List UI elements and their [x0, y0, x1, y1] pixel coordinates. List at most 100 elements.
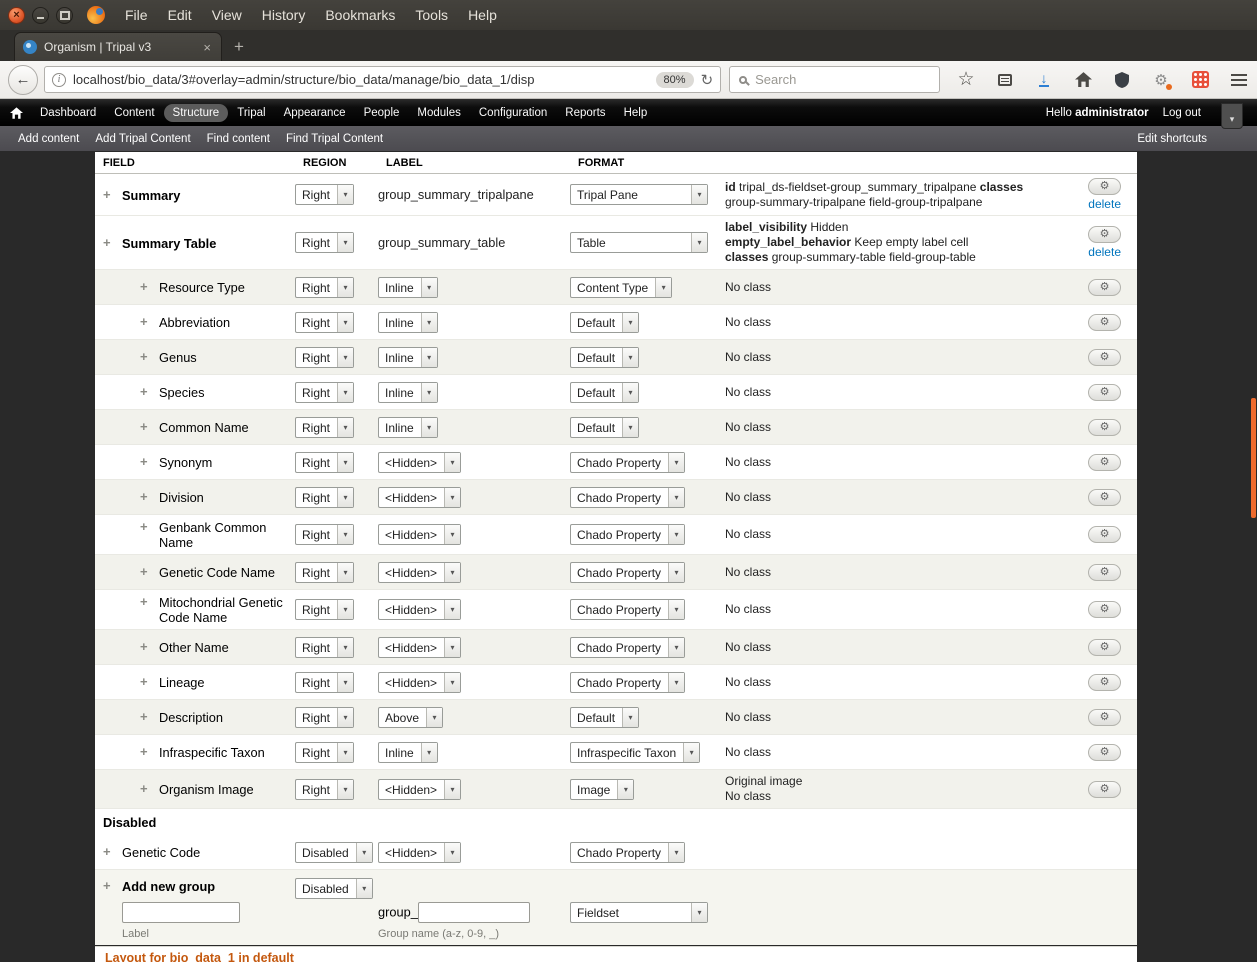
gear-button[interactable]: ⚙	[1088, 384, 1121, 401]
drag-handle-icon[interactable]: +	[140, 709, 152, 725]
layout-footer-link[interactable]: Layout for bio_data_1 in default	[105, 951, 294, 962]
drag-handle-icon[interactable]: +	[140, 349, 152, 365]
dropdown[interactable]: Right▾	[295, 487, 354, 508]
dropdown[interactable]: Default▾	[570, 347, 639, 368]
drag-handle-icon[interactable]: +	[140, 279, 152, 295]
dropdown[interactable]: Right▾	[295, 184, 354, 205]
drag-handle-icon[interactable]: +	[140, 384, 152, 400]
window-close-button[interactable]: ×	[8, 7, 25, 24]
dropdown[interactable]: Chado Property▾	[570, 672, 685, 693]
dropdown[interactable]: Right▾	[295, 599, 354, 620]
drag-handle-icon[interactable]: +	[140, 419, 152, 435]
shortcut-find-content[interactable]: Find content	[199, 131, 278, 147]
drag-handle-icon[interactable]: +	[140, 674, 152, 690]
dropdown[interactable]: Right▾	[295, 312, 354, 333]
home-icon[interactable]	[1073, 70, 1093, 90]
gear-button[interactable]: ⚙	[1088, 279, 1121, 296]
scrollbar-thumb[interactable]	[1251, 398, 1256, 518]
menu-view[interactable]: View	[202, 3, 252, 27]
gear-button[interactable]: ⚙	[1088, 601, 1121, 618]
drag-handle-icon[interactable]: +	[140, 744, 152, 760]
dropdown[interactable]: Right▾	[295, 232, 354, 253]
gear-button[interactable]: ⚙	[1088, 349, 1121, 366]
dropdown[interactable]: Chado Property▾	[570, 842, 685, 863]
grid-extension-icon[interactable]	[1190, 70, 1210, 90]
dropdown[interactable]: Right▾	[295, 277, 354, 298]
drag-handle-icon[interactable]: +	[140, 489, 152, 505]
menu-edit[interactable]: Edit	[158, 3, 202, 27]
dropdown[interactable]: Chado Property▾	[570, 487, 685, 508]
toolbar-item-content[interactable]: Content	[105, 104, 163, 122]
url-bar[interactable]: i localhost/bio_data/3#overlay=admin/str…	[44, 66, 721, 93]
dropdown[interactable]: Image▾	[570, 779, 634, 800]
window-minimize-button[interactable]	[32, 7, 49, 24]
dropdown[interactable]: <Hidden>▾	[378, 779, 461, 800]
toolbar-item-tripal[interactable]: Tripal	[228, 104, 274, 122]
toolbar-item-structure[interactable]: Structure	[164, 104, 229, 122]
toolbar-toggle-button[interactable]: ▾	[1221, 103, 1243, 129]
drag-handle-icon[interactable]: +	[140, 781, 152, 797]
delete-link[interactable]: delete	[1088, 245, 1121, 259]
drag-handle-icon[interactable]: +	[103, 187, 115, 203]
dropdown[interactable]: Chado Property▾	[570, 599, 685, 620]
drag-handle-icon[interactable]: +	[103, 878, 115, 894]
menu-help[interactable]: Help	[458, 3, 507, 27]
dropdown[interactable]: Table▾	[570, 232, 708, 253]
menu-tools[interactable]: Tools	[405, 3, 458, 27]
dropdown[interactable]: <Hidden>▾	[378, 599, 461, 620]
dropdown[interactable]: Default▾	[570, 382, 639, 403]
new-tab-button[interactable]: +	[234, 37, 244, 61]
dropdown[interactable]: <Hidden>▾	[378, 487, 461, 508]
dropdown[interactable]: Right▾	[295, 347, 354, 368]
gear-button[interactable]: ⚙	[1088, 226, 1121, 243]
dropdown[interactable]: <Hidden>▾	[378, 452, 461, 473]
dropdown[interactable]: Right▾	[295, 382, 354, 403]
zoom-level-badge[interactable]: 80%	[656, 72, 694, 88]
dropdown[interactable]: Right▾	[295, 707, 354, 728]
dropdown[interactable]: Inline▾	[378, 742, 438, 763]
toolbar-item-modules[interactable]: Modules	[408, 104, 469, 122]
group-name-input[interactable]	[418, 902, 530, 923]
drupal-home-icon[interactable]	[10, 107, 23, 119]
dropdown[interactable]: Right▾	[295, 562, 354, 583]
dropdown[interactable]: Fieldset▾	[570, 902, 708, 923]
dropdown[interactable]: Right▾	[295, 672, 354, 693]
drag-handle-icon[interactable]: +	[140, 454, 152, 470]
dropdown[interactable]: <Hidden>▾	[378, 562, 461, 583]
toolbar-item-reports[interactable]: Reports	[556, 104, 614, 122]
gear-button[interactable]: ⚙	[1088, 314, 1121, 331]
gear-button[interactable]: ⚙	[1088, 564, 1121, 581]
dropdown[interactable]: Above▾	[378, 707, 443, 728]
dropdown[interactable]: Right▾	[295, 779, 354, 800]
toolbar-item-people[interactable]: People	[355, 104, 409, 122]
logout-link[interactable]: Log out	[1163, 107, 1201, 119]
dropdown[interactable]: Inline▾	[378, 347, 438, 368]
dropdown[interactable]: Inline▾	[378, 277, 438, 298]
dropdown[interactable]: Right▾	[295, 637, 354, 658]
tab-close-icon[interactable]: ×	[201, 40, 213, 55]
dropdown[interactable]: Default▾	[570, 312, 639, 333]
window-maximize-button[interactable]	[56, 7, 73, 24]
shortcut-add-tripal-content[interactable]: Add Tripal Content	[87, 131, 198, 147]
menu-file[interactable]: File	[115, 3, 158, 27]
shortcut-find-tripal-content[interactable]: Find Tripal Content	[278, 131, 391, 147]
menu-history[interactable]: History	[252, 3, 316, 27]
dropdown[interactable]: Default▾	[570, 707, 639, 728]
shortcut-add-content[interactable]: Add content	[10, 131, 87, 147]
dropdown[interactable]: Chado Property▾	[570, 452, 685, 473]
edit-shortcuts-link[interactable]: Edit shortcuts	[1137, 133, 1207, 145]
privacy-shield-icon[interactable]	[1112, 70, 1132, 90]
dropdown[interactable]: Inline▾	[378, 382, 438, 403]
tools-extension-icon[interactable]: ⚙	[1151, 70, 1171, 90]
reload-icon[interactable]: ↻	[701, 71, 714, 89]
dropdown[interactable]: Chado Property▾	[570, 637, 685, 658]
dropdown[interactable]: Chado Property▾	[570, 562, 685, 583]
site-info-icon[interactable]: i	[52, 73, 66, 87]
drag-handle-icon[interactable]: +	[103, 235, 115, 251]
drag-handle-icon[interactable]: +	[140, 639, 152, 655]
gear-button[interactable]: ⚙	[1088, 744, 1121, 761]
dropdown[interactable]: Chado Property▾	[570, 524, 685, 545]
dropdown[interactable]: Default▾	[570, 417, 639, 438]
bookmark-star-icon[interactable]: ☆	[956, 70, 976, 90]
drag-handle-icon[interactable]: +	[103, 844, 115, 860]
